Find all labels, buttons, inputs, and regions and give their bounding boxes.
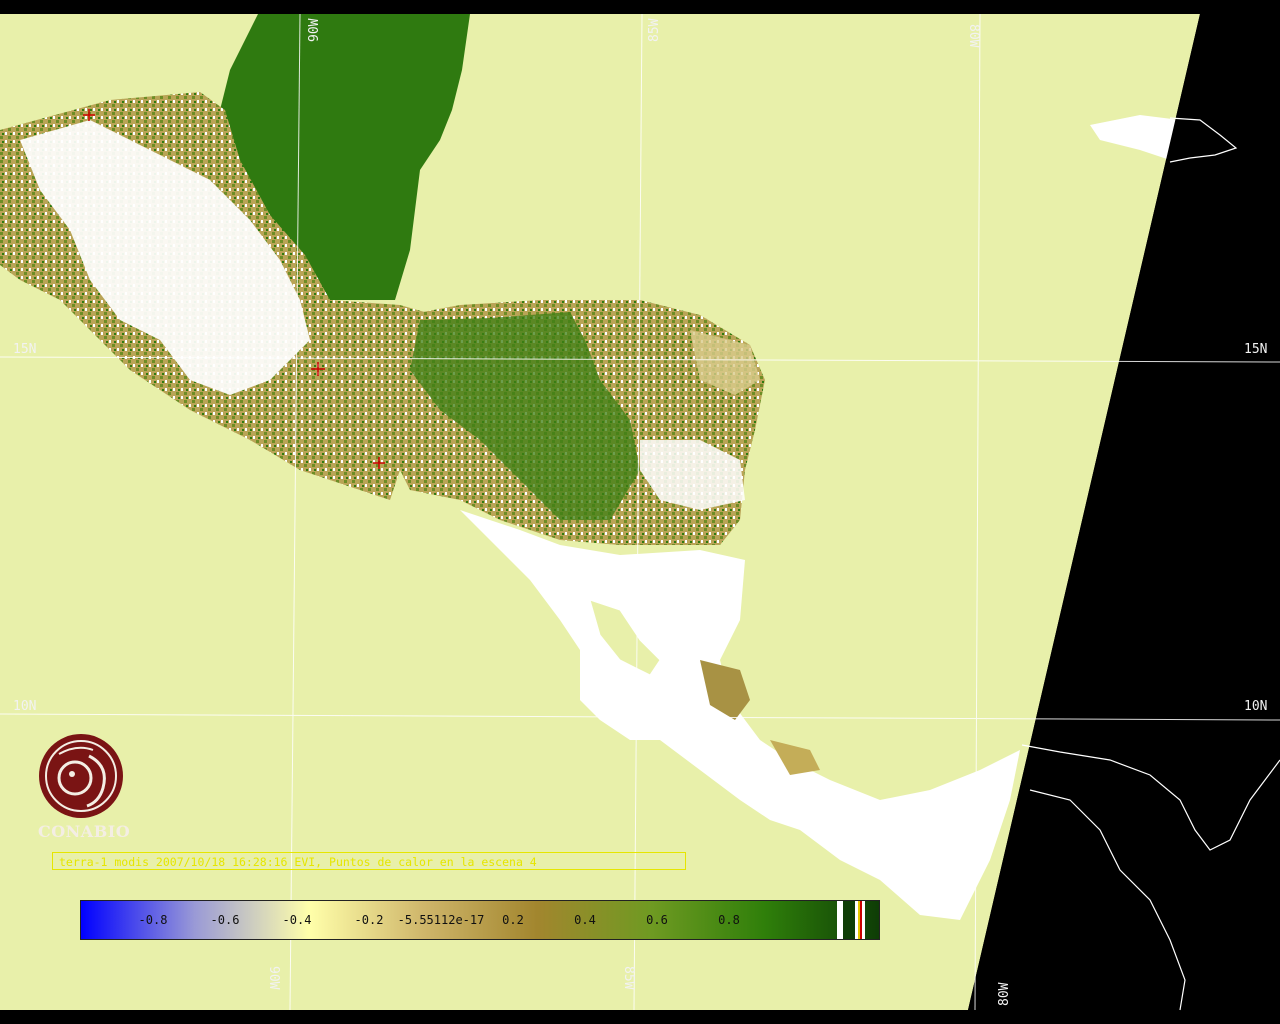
lon-label-top-80w: 80W bbox=[966, 24, 981, 48]
colorbar-tick-label: -5.55112e-17 bbox=[397, 913, 485, 927]
colorbar-tick-label: -0.6 bbox=[210, 913, 240, 927]
conabio-logo-emblem bbox=[39, 734, 123, 818]
colorbar-class-swatch bbox=[843, 901, 855, 939]
lon-label-bottom-90w: 90W bbox=[266, 966, 281, 990]
lat-label-right-10n: 10N bbox=[1244, 699, 1267, 714]
colorbar-tick-label: -0.8 bbox=[138, 913, 168, 927]
lat-label-left-10n: 10N bbox=[13, 699, 36, 714]
colorbar-tick-label: 0.6 bbox=[646, 913, 668, 927]
conabio-logo-text: CONABIO bbox=[38, 822, 131, 841]
colorbar-tick-label: 0.2 bbox=[502, 913, 524, 927]
evi-colorbar: -0.8 -0.6 -0.4 -0.2 -5.55112e-17 0.2 0.4 0.6 0.8 bbox=[80, 900, 880, 940]
colorbar-tick-label: -0.4 bbox=[282, 913, 312, 927]
colorbar-tick-label: 0.4 bbox=[574, 913, 596, 927]
lat-label-right-15n: 15N bbox=[1244, 342, 1267, 357]
colorbar-tick-label: -0.2 bbox=[354, 913, 384, 927]
satellite-map: 90W 85W 80W 15N 10N 15N 10N 90W 85W 80W bbox=[0, 0, 1280, 1024]
colorbar-class-swatch bbox=[862, 901, 865, 939]
lon-label-bottom-85w: 85W bbox=[621, 966, 636, 990]
lon-label-top-90w: 90W bbox=[307, 18, 322, 42]
colorbar-tick-label: 0.8 bbox=[718, 913, 740, 927]
lon-label-bottom-80w: 80W bbox=[997, 982, 1012, 1006]
lat-label-left-15n: 15N bbox=[13, 342, 36, 357]
scene-caption: terra-1 modis 2007/10/18 16:28:16 EVI, P… bbox=[52, 852, 686, 870]
lon-label-top-85w: 85W bbox=[647, 18, 662, 42]
